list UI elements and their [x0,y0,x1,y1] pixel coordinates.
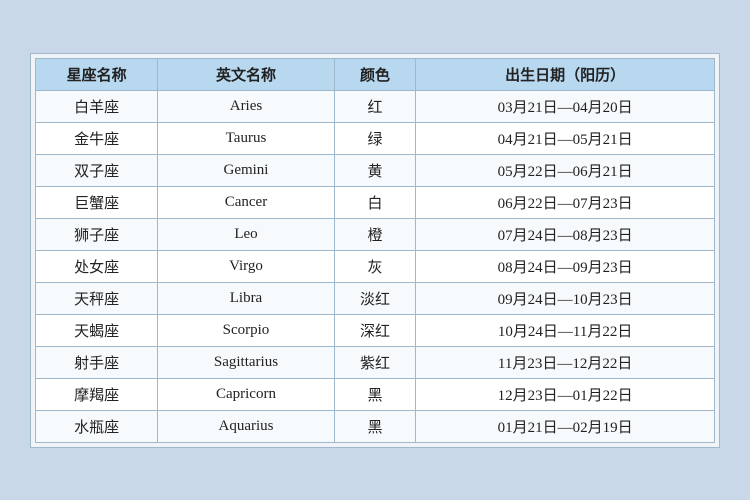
cell-date: 11月23日—12月22日 [416,346,715,378]
cell-english: Capricorn [158,378,335,410]
cell-date: 09月24日—10月23日 [416,282,715,314]
cell-english: Scorpio [158,314,335,346]
table-row: 水瓶座Aquarius黑01月21日—02月19日 [36,410,715,442]
cell-date: 04月21日—05月21日 [416,122,715,154]
cell-english: Libra [158,282,335,314]
cell-color: 绿 [334,122,415,154]
cell-chinese: 巨蟹座 [36,186,158,218]
cell-chinese: 水瓶座 [36,410,158,442]
cell-chinese: 狮子座 [36,218,158,250]
cell-date: 01月21日—02月19日 [416,410,715,442]
table-row: 处女座Virgo灰08月24日—09月23日 [36,250,715,282]
cell-chinese: 白羊座 [36,90,158,122]
cell-color: 白 [334,186,415,218]
cell-chinese: 天秤座 [36,282,158,314]
cell-color: 灰 [334,250,415,282]
cell-english: Sagittarius [158,346,335,378]
header-chinese: 星座名称 [36,58,158,90]
cell-color: 黑 [334,410,415,442]
cell-chinese: 金牛座 [36,122,158,154]
cell-color: 红 [334,90,415,122]
cell-color: 紫红 [334,346,415,378]
table-row: 双子座Gemini黄05月22日—06月21日 [36,154,715,186]
cell-color: 淡红 [334,282,415,314]
cell-date: 10月24日—11月22日 [416,314,715,346]
cell-english: Virgo [158,250,335,282]
header-color: 颜色 [334,58,415,90]
cell-date: 07月24日—08月23日 [416,218,715,250]
cell-english: Aries [158,90,335,122]
cell-color: 深红 [334,314,415,346]
cell-color: 黄 [334,154,415,186]
cell-english: Cancer [158,186,335,218]
table-row: 金牛座Taurus绿04月21日—05月21日 [36,122,715,154]
zodiac-table: 星座名称 英文名称 颜色 出生日期（阳历） 白羊座Aries红03月21日—04… [35,58,715,443]
cell-date: 08月24日—09月23日 [416,250,715,282]
cell-chinese: 射手座 [36,346,158,378]
table-row: 摩羯座Capricorn黑12月23日—01月22日 [36,378,715,410]
table-row: 天秤座Libra淡红09月24日—10月23日 [36,282,715,314]
cell-english: Leo [158,218,335,250]
cell-date: 06月22日—07月23日 [416,186,715,218]
cell-date: 12月23日—01月22日 [416,378,715,410]
table-row: 射手座Sagittarius紫红11月23日—12月22日 [36,346,715,378]
table-row: 白羊座Aries红03月21日—04月20日 [36,90,715,122]
cell-english: Taurus [158,122,335,154]
cell-chinese: 双子座 [36,154,158,186]
cell-color: 黑 [334,378,415,410]
table-header-row: 星座名称 英文名称 颜色 出生日期（阳历） [36,58,715,90]
cell-chinese: 天蝎座 [36,314,158,346]
table-row: 天蝎座Scorpio深红10月24日—11月22日 [36,314,715,346]
cell-chinese: 摩羯座 [36,378,158,410]
cell-english: Gemini [158,154,335,186]
cell-english: Aquarius [158,410,335,442]
zodiac-table-container: 星座名称 英文名称 颜色 出生日期（阳历） 白羊座Aries红03月21日—04… [30,53,720,448]
cell-color: 橙 [334,218,415,250]
table-row: 巨蟹座Cancer白06月22日—07月23日 [36,186,715,218]
header-date: 出生日期（阳历） [416,58,715,90]
header-english: 英文名称 [158,58,335,90]
table-row: 狮子座Leo橙07月24日—08月23日 [36,218,715,250]
cell-chinese: 处女座 [36,250,158,282]
cell-date: 03月21日—04月20日 [416,90,715,122]
cell-date: 05月22日—06月21日 [416,154,715,186]
